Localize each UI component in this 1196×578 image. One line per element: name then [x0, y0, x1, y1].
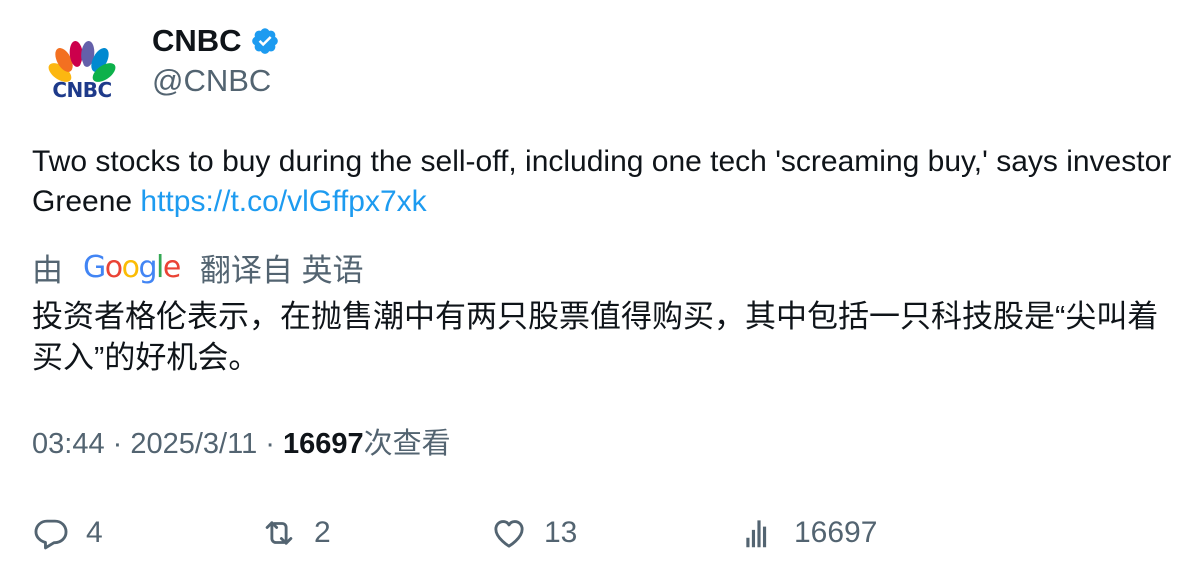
tweet-meta: 03:44 · 2025/3/11 · 16697次查看 — [32, 424, 451, 464]
google-letter: o — [121, 249, 140, 285]
views-count: 16697 — [794, 516, 878, 549]
meta-separator: · — [257, 428, 284, 460]
heart-icon — [494, 520, 524, 548]
tweet-time[interactable]: 03:44 — [32, 428, 105, 460]
translation-attribution: 由 Google 翻译自 英语 — [32, 246, 363, 288]
action-bar: 4 2 13 16697 — [0, 508, 1196, 558]
view-count: 16697 — [283, 428, 364, 460]
reply-icon — [34, 519, 68, 550]
reply-button[interactable]: 4 — [32, 508, 103, 558]
view-label: 次查看 — [363, 428, 451, 460]
like-count: 13 — [544, 516, 578, 549]
google-logo[interactable]: Google — [83, 249, 181, 285]
meta-separator: · — [104, 428, 131, 460]
google-letter: o — [104, 249, 123, 285]
verified-badge-icon — [251, 28, 278, 54]
tweet-text: Two stocks to buy during the sell-off, i… — [32, 142, 1172, 222]
author-name-row: CNBC — [152, 22, 280, 60]
analytics-icon — [746, 520, 767, 548]
tweet-link[interactable]: https://t.co/vlGffpx7xk — [140, 185, 426, 218]
google-letter: G — [83, 249, 106, 285]
retweet-button[interactable]: 2 — [260, 508, 331, 558]
retweet-icon — [265, 521, 293, 545]
logo-text: CNBC — [52, 78, 112, 102]
retweet-count: 2 — [314, 516, 331, 549]
translation-suffix: 翻译自 英语 — [199, 252, 364, 288]
reply-count: 4 — [86, 516, 103, 549]
avatar[interactable]: CNBC — [32, 30, 132, 130]
like-button[interactable]: 13 — [490, 508, 577, 558]
tweet-date[interactable]: 2025/3/11 — [130, 428, 257, 460]
google-letter: l — [156, 249, 164, 285]
translation-prefix: 由 — [32, 252, 63, 288]
translated-text: 投资者格伦表示，在抛售潮中有两只股票值得购买，其中包括一只科技股是“尖叫着买入”… — [32, 299, 1159, 375]
author-handle[interactable]: @CNBC — [152, 62, 271, 100]
display-name[interactable]: CNBC — [152, 22, 242, 60]
google-letter: e — [162, 249, 181, 285]
google-letter: g — [138, 249, 157, 285]
views-button[interactable]: 16697 — [740, 508, 877, 558]
